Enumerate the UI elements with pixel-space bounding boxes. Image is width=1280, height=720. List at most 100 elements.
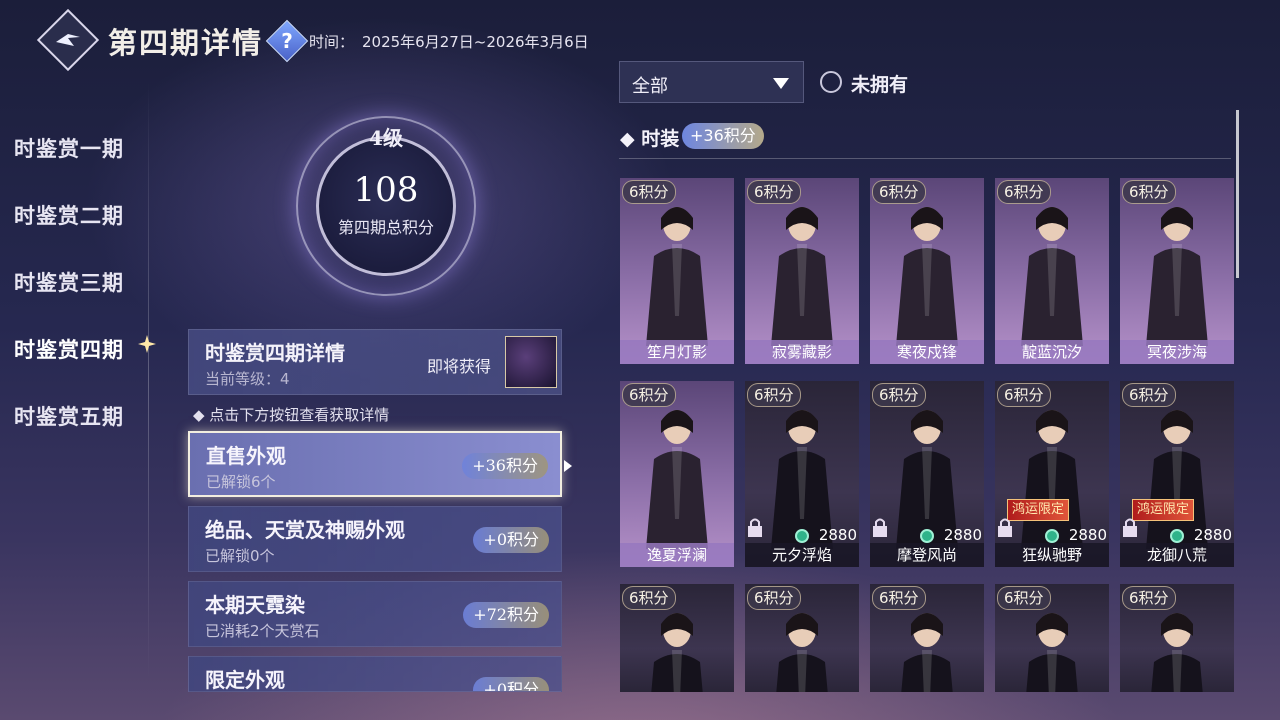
category-dye[interactable]: 本期天霓染 已消耗2个天赏石 +72积分	[188, 581, 562, 647]
jade-coin-icon	[1170, 529, 1184, 543]
category-subtitle: 已解锁6个	[206, 473, 276, 491]
lock-icon	[1123, 518, 1137, 537]
filter-dropdown-value: 全部	[632, 76, 668, 97]
sidebar-item-period-2[interactable]: 时鉴赏二期	[14, 200, 124, 230]
outfit-name: 靛蓝沉汐	[995, 340, 1109, 364]
outfit-figure-icon	[901, 613, 953, 692]
outfit-figure-icon	[896, 207, 958, 346]
outfit-card[interactable]: 6积分 2880 摩登风尚	[870, 381, 984, 567]
level-label: 4级	[369, 126, 403, 150]
sidebar-item-period-4[interactable]: 时鉴赏四期	[14, 334, 124, 364]
category-title: 本期天霓染	[205, 593, 305, 617]
sidebar-item-period-3[interactable]: 时鉴赏三期	[14, 267, 124, 297]
outfit-points-badge: 6积分	[1122, 383, 1176, 407]
period-detail-panel[interactable]: 时鉴赏四期详情 当前等级：4 即将获得	[188, 329, 562, 395]
outfit-points-badge: 6积分	[1122, 586, 1176, 610]
not-owned-label[interactable]: 未拥有	[851, 70, 908, 97]
outfit-figure-icon	[646, 410, 708, 549]
filter-dropdown[interactable]: 全部	[619, 61, 804, 103]
lock-icon	[873, 518, 887, 537]
category-title: 限定外观	[205, 668, 285, 692]
category-points-badge: +72积分	[463, 602, 549, 628]
outfit-card[interactable]: 6积分	[620, 584, 734, 692]
outfit-figure-icon	[1151, 613, 1203, 692]
question-icon[interactable]: ?	[265, 19, 309, 63]
jade-coin-icon	[1045, 529, 1059, 543]
outfit-points-badge: 6积分	[997, 180, 1051, 204]
outfit-card[interactable]: 6积分	[745, 584, 859, 692]
outfit-points-badge: 6积分	[747, 586, 801, 610]
hint-text: ◆ 点击下方按钮查看获取详情	[193, 406, 390, 424]
sidebar-item-period-1[interactable]: 时鉴赏一期	[14, 133, 124, 163]
outfit-name: 摩登风尚	[870, 543, 984, 567]
detail-current-level: 当前等级：4	[205, 370, 290, 388]
back-arrow-icon	[56, 34, 80, 46]
outfit-points-badge: 6积分	[872, 383, 926, 407]
jade-coin-icon	[795, 529, 809, 543]
outfit-figure-icon	[1026, 613, 1078, 692]
outfit-figure-icon	[1146, 207, 1208, 346]
category-subtitle: 已消耗2个天赏石	[205, 622, 320, 640]
chevron-down-icon	[773, 78, 789, 89]
section-points-badge: +36积分	[682, 123, 764, 149]
outfit-card[interactable]: 6积分 鸿运限定 2880 狂纵驰野	[995, 381, 1109, 567]
outfit-name: 寂雾藏影	[745, 340, 859, 364]
outfit-points-badge: 6积分	[747, 180, 801, 204]
outfit-card[interactable]: 6积分 2880 元夕浮焰	[745, 381, 859, 567]
outfit-name: 笙月灯影	[620, 340, 734, 364]
back-button[interactable]	[36, 8, 100, 72]
category-title: 直售外观	[206, 444, 286, 468]
outfit-points-badge: 6积分	[997, 586, 1051, 610]
outfit-price: 2880	[1068, 526, 1107, 544]
outfit-name: 逸夏浮澜	[620, 543, 734, 567]
outfit-price: 2880	[943, 526, 982, 544]
outfit-card[interactable]: 6积分 鸿运限定 2880 龙御八荒	[1120, 381, 1234, 567]
category-subtitle: 已解锁0个	[205, 547, 275, 565]
total-score: 108	[353, 170, 419, 210]
detail-title: 时鉴赏四期详情	[205, 341, 345, 365]
section-title: ◆ 时装	[620, 128, 680, 150]
not-owned-radio[interactable]	[820, 71, 842, 93]
outfit-card[interactable]: 6积分冥夜涉海	[1120, 178, 1234, 364]
category-limited[interactable]: 限定外观 +0积分	[188, 656, 562, 692]
outfit-figure-icon	[776, 613, 828, 692]
outfit-price: 2880	[818, 526, 857, 544]
outfit-points-badge: 6积分	[622, 383, 676, 407]
outfit-figure-icon	[771, 207, 833, 346]
outfit-card[interactable]: 6积分 寒夜戍锋	[870, 178, 984, 364]
outfit-card[interactable]: 6积分	[870, 584, 984, 692]
sidebar-item-period-5[interactable]: 时鉴赏五期	[14, 401, 124, 431]
outfit-points-badge: 6积分	[622, 586, 676, 610]
time-label: 时间：	[309, 33, 355, 51]
outfit-card[interactable]: 6积分	[995, 584, 1109, 692]
outfit-figure-icon	[651, 613, 703, 692]
time-value: 2025年6月27日~2026年3月6日	[362, 33, 589, 51]
outfit-name: 狂纵驰野	[995, 543, 1109, 567]
category-points-badge: +0积分	[473, 527, 549, 553]
outfit-name: 冥夜涉海	[1120, 340, 1234, 364]
outfit-card[interactable]: 6积分笙月灯影	[620, 178, 734, 364]
jade-coin-icon	[920, 529, 934, 543]
category-title: 绝品、天赏及神赐外观	[205, 518, 405, 542]
outfit-card[interactable]: 6积分逸夏浮澜	[620, 381, 734, 567]
outfit-figure-icon	[646, 207, 708, 346]
outfit-name: 龙御八荒	[1120, 543, 1234, 567]
outfit-points-badge: 6积分	[872, 180, 926, 204]
outfit-card[interactable]: 6积分	[1120, 584, 1234, 692]
grid-scrollbar[interactable]	[1236, 110, 1239, 278]
category-direct-sale[interactable]: 直售外观 已解锁6个 +36积分	[188, 431, 562, 497]
category-points-badge: +36积分	[462, 453, 548, 479]
section-divider	[619, 158, 1231, 159]
outfit-price: 2880	[1193, 526, 1232, 544]
detail-soon-label: 即将获得	[427, 357, 492, 376]
outfit-card[interactable]: 6积分靛蓝沉汐	[995, 178, 1109, 364]
outfit-points-badge: 6积分	[1122, 180, 1176, 204]
lock-icon	[998, 518, 1012, 537]
selected-arrow-icon	[564, 460, 572, 472]
outfit-points-badge: 6积分	[622, 180, 676, 204]
outfit-card[interactable]: 6积分寂雾藏影	[745, 178, 859, 364]
outfit-figure-icon	[1021, 207, 1083, 346]
outfit-points-badge: 6积分	[997, 383, 1051, 407]
reward-thumbnail[interactable]	[505, 336, 557, 388]
category-premium[interactable]: 绝品、天赏及神赐外观 已解锁0个 +0积分	[188, 506, 562, 572]
